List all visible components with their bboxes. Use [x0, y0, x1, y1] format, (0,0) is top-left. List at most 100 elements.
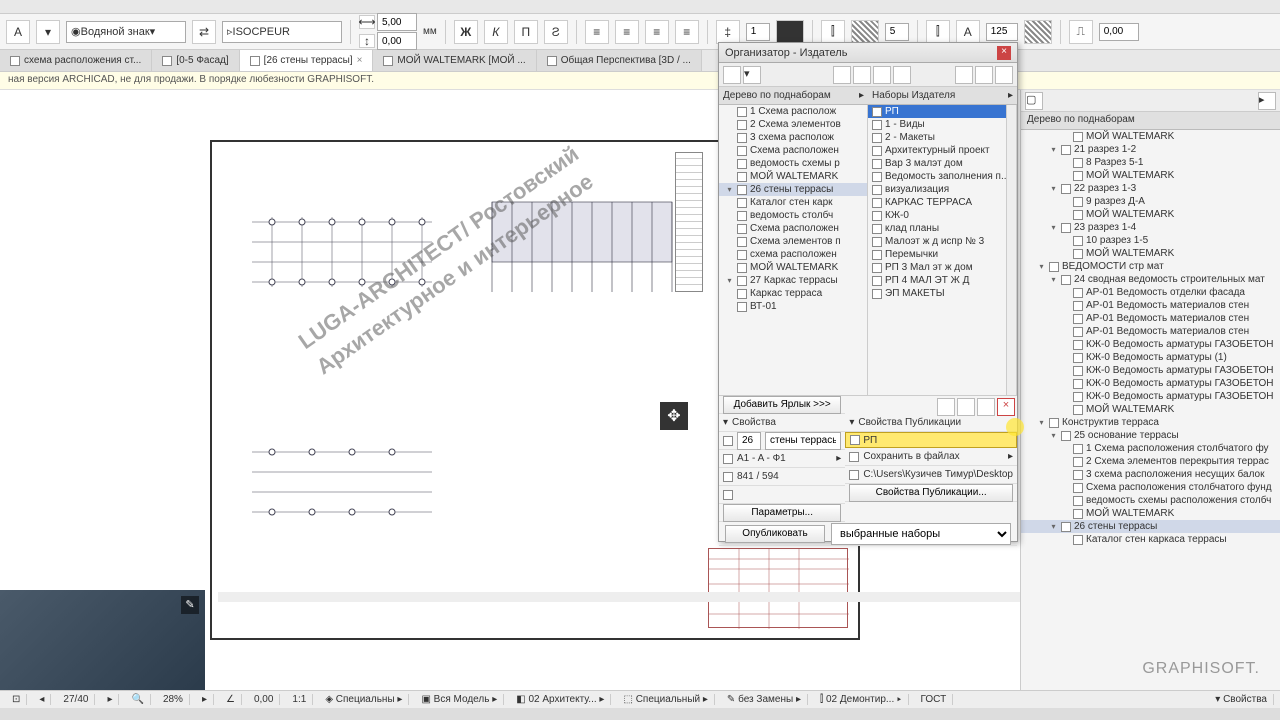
org-right-tree[interactable]: РП1 - Виды2 - МакетыАрхитектурный проект… — [868, 105, 1017, 395]
navigator-item[interactable]: ▾25 основание террасы — [1021, 429, 1280, 442]
copy-icon[interactable] — [937, 398, 955, 416]
view-tab[interactable]: Общая Перспектива [3D / ... — [537, 50, 702, 71]
dropdown-arrow-icon[interactable]: ▾ — [36, 20, 60, 44]
org-book-icon[interactable] — [893, 66, 911, 84]
underline-button[interactable]: П — [514, 20, 538, 44]
navigator-item[interactable]: АР-01 Ведомость материалов стен — [1021, 299, 1280, 312]
expander-icon[interactable]: ▾ — [1049, 431, 1058, 440]
tree-item[interactable]: ▾27 Каркас террасы — [719, 274, 867, 287]
navigator-item[interactable]: 2 Схема элементов перекрытия террас — [1021, 455, 1280, 468]
pub-props-button[interactable]: Свойства Публикации... — [849, 484, 1013, 502]
publish-mode-select[interactable]: выбранные наборы — [831, 523, 1011, 545]
renovation[interactable]: ⬚ Специальный ▸ — [617, 694, 714, 705]
publisher-set-item[interactable]: РП 4 МАЛ ЭТ Ж Д — [868, 274, 1016, 287]
dim-icon[interactable]: ⟷ — [359, 15, 375, 29]
navigator-item[interactable]: КЖ-0 Ведомость арматуры ГАЗОБЕТОН — [1021, 390, 1280, 403]
tree-item[interactable]: ведомость столбч — [719, 209, 867, 222]
dim1-input[interactable] — [377, 13, 417, 31]
tree-item[interactable]: 3 схема располож — [719, 131, 867, 144]
publisher-set-item[interactable]: РП 3 Мал эт ж дом — [868, 261, 1016, 274]
navigator-item[interactable]: КЖ-0 Ведомость арматуры (1) — [1021, 351, 1280, 364]
publisher-set-item[interactable]: Вар 3 малэт дом — [868, 157, 1016, 170]
strike-button[interactable]: Ƨ — [544, 20, 568, 44]
dim-std[interactable]: ⫿ 02 Демонтир... ▸ — [814, 694, 909, 705]
anchor-icon[interactable]: ⎍ — [1069, 20, 1093, 44]
tree-item[interactable]: схема расположен — [719, 248, 867, 261]
settings-icon[interactable] — [977, 398, 995, 416]
align-center-icon[interactable]: ≡ — [615, 20, 639, 44]
pen-set[interactable]: ✎ без Замены ▸ — [721, 694, 808, 705]
view-tab[interactable]: МОЙ WALTEMARK [МОЙ ... — [373, 50, 536, 71]
tree-item[interactable]: ▾26 стены террасы — [719, 183, 867, 196]
prop-name-input[interactable] — [765, 432, 841, 450]
prop-id-input[interactable] — [737, 432, 761, 450]
dim2-input[interactable] — [377, 32, 417, 50]
navigator-header[interactable]: Дерево по поднаборам — [1021, 112, 1280, 130]
publish-button[interactable]: Опубликовать — [725, 525, 825, 543]
tree-item[interactable]: Каталог стен карк — [719, 196, 867, 209]
navigator-item[interactable]: КЖ-0 Ведомость арматуры ГАЗОБЕТОН — [1021, 377, 1280, 390]
dim2-icon[interactable]: ↕ — [359, 34, 375, 48]
expander-icon[interactable]: ▾ — [1049, 522, 1058, 531]
org-home-icon[interactable] — [723, 66, 741, 84]
expander-icon[interactable]: ▾ — [1049, 223, 1058, 232]
watermark-select[interactable]: ◉ Водяной знак ▾ — [66, 21, 186, 43]
navigator-item[interactable]: АР-01 Ведомость отделки фасада — [1021, 286, 1280, 299]
navigator-item[interactable]: МОЙ WALTEMARK — [1021, 247, 1280, 260]
tree-item[interactable]: ведомость схемы р — [719, 157, 867, 170]
layer-combo[interactable]: ◈ Специальны ▸ — [319, 694, 409, 705]
num1-input[interactable] — [746, 23, 770, 41]
navigator-item[interactable]: Каталог стен каркаса террасы — [1021, 533, 1280, 546]
navigator-item[interactable]: АР-01 Ведомость материалов стен — [1021, 312, 1280, 325]
num125-input[interactable] — [986, 23, 1018, 41]
navigator-item[interactable]: ▾26 стены террасы — [1021, 520, 1280, 533]
close-icon[interactable]: × — [997, 46, 1011, 60]
navigator-item[interactable]: 1 Схема расположения столбчатого фу — [1021, 442, 1280, 455]
zoom-fit-icon[interactable]: ⊡ — [6, 694, 27, 705]
tree-item[interactable]: МОЙ WALTEMARK — [719, 170, 867, 183]
scale-value[interactable]: 1:1 — [286, 694, 313, 705]
navigator-item[interactable]: 3 схема расположения несущих балок — [1021, 468, 1280, 481]
text-a-icon[interactable]: A — [956, 20, 980, 44]
navigator-item[interactable]: ▾22 разрез 1-3 — [1021, 182, 1280, 195]
font-select[interactable]: ▹ ISOCPEUR — [222, 21, 342, 43]
navigator-item[interactable]: ▾24 сводная ведомость строительных мат — [1021, 273, 1280, 286]
view-name[interactable]: ◧ 02 Архитекту... ▸ — [510, 694, 611, 705]
expander-icon[interactable]: ▾ — [725, 185, 734, 194]
swap-icon[interactable]: ⇄ — [192, 20, 216, 44]
tree-item[interactable]: Схема расположен — [719, 222, 867, 235]
standard[interactable]: ГОСТ — [915, 694, 954, 705]
navigator-item[interactable]: ▾ВЕДОМОСТИ стр мат — [1021, 260, 1280, 273]
zoom-icon[interactable]: 🔍 — [125, 694, 150, 705]
publisher-set-item[interactable]: РП — [868, 105, 1016, 118]
pub-props-header[interactable]: ▾ Свойства Публикации — [845, 414, 1017, 432]
org-left-header[interactable]: Дерево по поднаборам▸ — [719, 87, 868, 105]
navigator-item[interactable]: 8 Разрез 5-1 — [1021, 156, 1280, 169]
expander-icon[interactable]: ▾ — [1049, 275, 1058, 284]
tree-item[interactable]: Схема элементов п — [719, 235, 867, 248]
org-right-header[interactable]: Наборы Издателя▸ — [868, 87, 1017, 105]
org-dropdown-icon[interactable]: ▾ — [743, 66, 761, 84]
angle-icon[interactable]: ∠ — [220, 694, 242, 705]
prop-format[interactable]: A1 - A - Ф1 — [737, 453, 832, 464]
view-tab[interactable]: [26 стены террасы]× — [240, 50, 374, 71]
page-indicator[interactable]: 27/40 — [57, 694, 95, 705]
delete-icon[interactable]: × — [997, 398, 1015, 416]
props-footer[interactable]: ▾ Свойства — [1209, 694, 1274, 705]
navigator-item[interactable]: 10 разрез 1-5 — [1021, 234, 1280, 247]
params-button[interactable]: Параметры... — [723, 504, 841, 522]
align-left-icon[interactable]: ≡ — [585, 20, 609, 44]
publisher-set-item[interactable]: КАРКАС ТЕРРАСА — [868, 196, 1016, 209]
publisher-set-item[interactable]: визуализация — [868, 183, 1016, 196]
organizer-titlebar[interactable]: Организатор - Издатель × — [719, 43, 1017, 63]
publisher-set-item[interactable]: 1 - Виды — [868, 118, 1016, 131]
expander-icon[interactable]: ▾ — [1037, 262, 1046, 271]
tree-item[interactable]: МОЙ WALTEMARK — [719, 261, 867, 274]
num5-input[interactable] — [885, 23, 909, 41]
navigator-item[interactable]: АР-01 Ведомость материалов стен — [1021, 325, 1280, 338]
navigator-item[interactable]: МОЙ WALTEMARK — [1021, 130, 1280, 143]
navigator-item[interactable]: КЖ-0 Ведомость арматуры ГАЗОБЕТОН — [1021, 338, 1280, 351]
navigator-tree[interactable]: МОЙ WALTEMARK▾21 разрез 1-28 Разрез 5-1М… — [1021, 130, 1280, 546]
angle-value[interactable]: 0,00 — [248, 694, 280, 705]
text-align-icon[interactable]: A — [6, 20, 30, 44]
